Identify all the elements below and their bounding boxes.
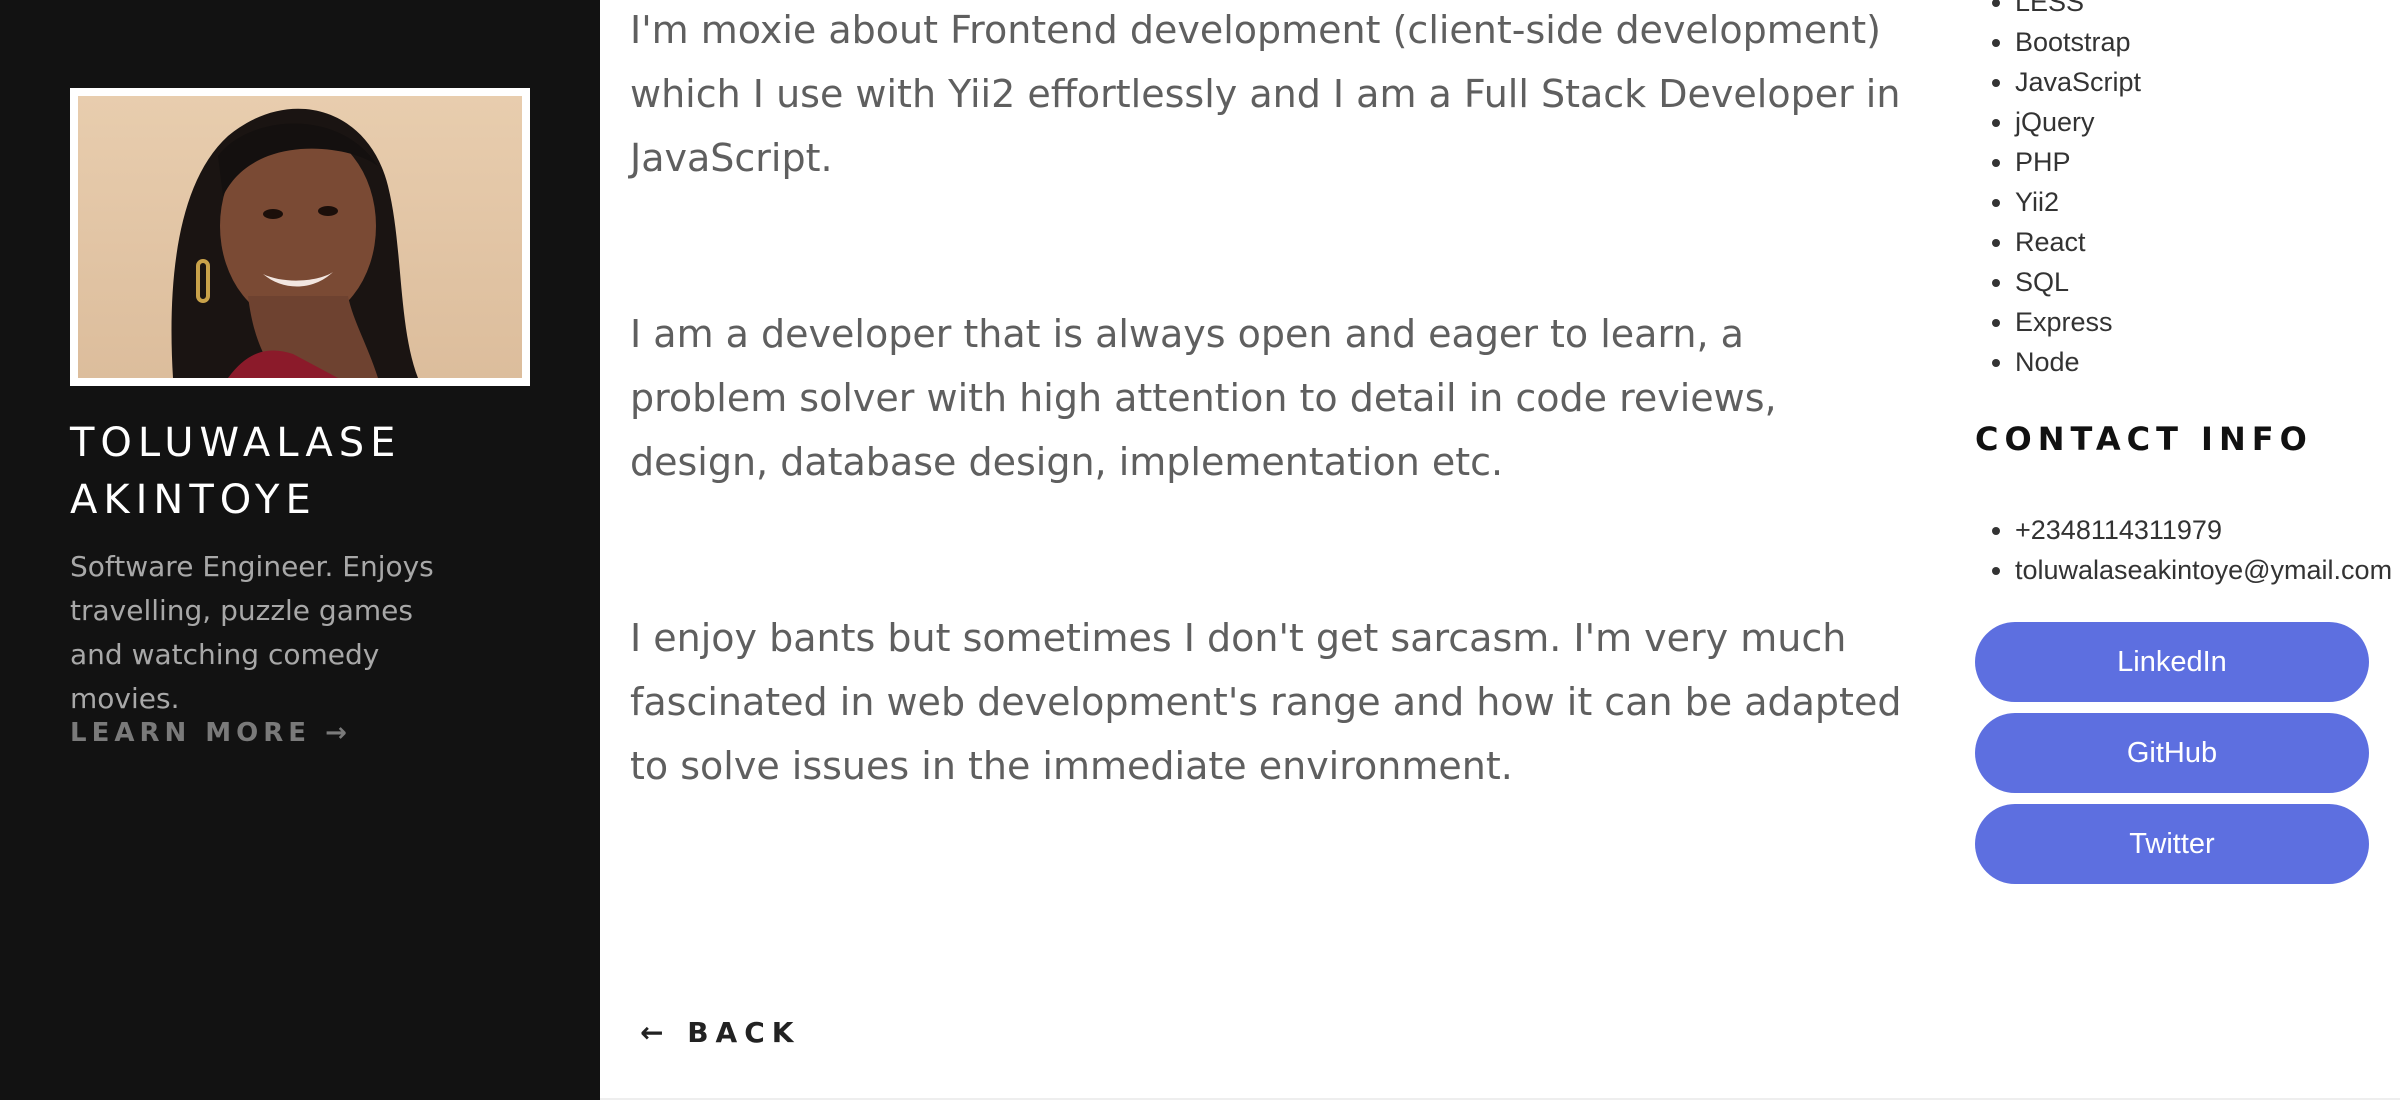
- contact-phone: +2348114311979: [2015, 510, 2392, 550]
- profile-photo-image: [78, 96, 522, 378]
- skill-item: PHP: [2015, 142, 2141, 182]
- skill-item: React: [2015, 222, 2141, 262]
- profile-name: TOLUWALASE AKINTOYE: [70, 420, 402, 523]
- about-content: I'm moxie about Frontend development (cl…: [630, 0, 1910, 1100]
- linkedin-button[interactable]: LinkedIn: [1975, 622, 2369, 702]
- contact-email: toluwalaseakintoye@ymail.com: [2015, 550, 2392, 590]
- info-column: LESS Bootstrap JavaScript jQuery PHP Yii…: [1975, 0, 2400, 1100]
- skill-item: Bootstrap: [2015, 22, 2141, 62]
- back-link[interactable]: ← BACK: [640, 1016, 800, 1049]
- about-paragraph-3: I enjoy bants but sometimes I don't get …: [630, 616, 1902, 788]
- skill-item: jQuery: [2015, 102, 2141, 142]
- profile-bio: Software Engineer. Enjoys travelling, pu…: [70, 550, 434, 715]
- contact-info-heading: CONTACT INFO: [1975, 420, 2313, 458]
- skill-item: Node: [2015, 342, 2141, 382]
- contact-list: +2348114311979 toluwalaseakintoye@ymail.…: [1975, 510, 2392, 590]
- skill-item: JavaScript: [2015, 62, 2141, 102]
- skill-item: Express: [2015, 302, 2141, 342]
- skill-item: Yii2: [2015, 182, 2141, 222]
- skill-item: LESS: [2015, 0, 2141, 22]
- twitter-button[interactable]: Twitter: [1975, 804, 2369, 884]
- about-paragraph-1: I'm moxie about Frontend development (cl…: [630, 8, 1901, 180]
- profile-photo: [70, 88, 530, 386]
- learn-more-link[interactable]: LEARN MORE →: [70, 718, 352, 748]
- profile-sidebar: TOLUWALASE AKINTOYE Software Engineer. E…: [0, 0, 600, 1100]
- about-paragraph-2: I am a developer that is always open and…: [630, 312, 1777, 484]
- skills-list: LESS Bootstrap JavaScript jQuery PHP Yii…: [1975, 0, 2141, 382]
- github-button[interactable]: GitHub: [1975, 713, 2369, 793]
- skill-item: SQL: [2015, 262, 2141, 302]
- portrait-illustration: [171, 108, 418, 378]
